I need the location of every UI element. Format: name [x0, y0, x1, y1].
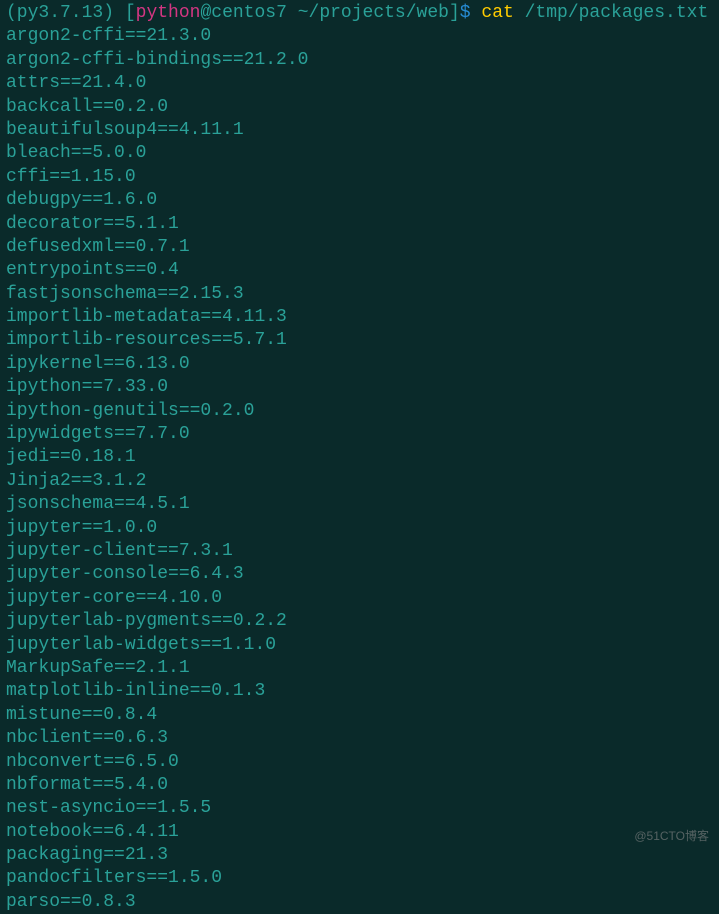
terminal-output: argon2-cffi==21.3.0argon2-cffi-bindings=… [6, 25, 713, 914]
output-line: jupyter-client==7.3.1 [6, 540, 713, 563]
terminal-prompt-line[interactable]: (py3.7.13) [python@centos7 ~/projects/we… [6, 2, 713, 25]
output-line: notebook==6.4.11 [6, 821, 713, 844]
output-line: ipython==7.33.0 [6, 376, 713, 399]
prompt-host: centos7 [211, 3, 287, 23]
output-line: importlib-resources==5.7.1 [6, 329, 713, 352]
output-line: Jinja2==3.1.2 [6, 470, 713, 493]
output-line: decorator==5.1.1 [6, 213, 713, 236]
output-line: nest-asyncio==1.5.5 [6, 797, 713, 820]
venv-indicator: (py3.7.13) [6, 3, 114, 23]
command-name: cat [481, 3, 513, 23]
output-line: argon2-cffi==21.3.0 [6, 25, 713, 48]
output-line: cffi==1.15.0 [6, 166, 713, 189]
output-line: argon2-cffi-bindings==21.2.0 [6, 49, 713, 72]
output-line: ipywidgets==7.7.0 [6, 423, 713, 446]
output-line: MarkupSafe==2.1.1 [6, 657, 713, 680]
output-line: ipykernel==6.13.0 [6, 353, 713, 376]
output-line: entrypoints==0.4 [6, 259, 713, 282]
output-line: matplotlib-inline==0.1.3 [6, 680, 713, 703]
watermark-text: @51CTO博客 [634, 829, 709, 845]
output-line: attrs==21.4.0 [6, 72, 713, 95]
output-line: fastjsonschema==2.15.3 [6, 283, 713, 306]
output-line: jsonschema==4.5.1 [6, 493, 713, 516]
output-line: beautifulsoup4==4.11.1 [6, 119, 713, 142]
prompt-user: python [136, 3, 201, 23]
command-arg: /tmp/packages.txt [525, 3, 709, 23]
output-line: bleach==5.0.0 [6, 142, 713, 165]
bracket-close: ] [449, 3, 460, 23]
bracket-open: [ [125, 3, 136, 23]
output-line: ipython-genutils==0.2.0 [6, 400, 713, 423]
output-line: nbclient==0.6.3 [6, 727, 713, 750]
output-line: importlib-metadata==4.11.3 [6, 306, 713, 329]
output-line: defusedxml==0.7.1 [6, 236, 713, 259]
output-line: packaging==21.3 [6, 844, 713, 867]
prompt-dollar: $ [460, 3, 471, 23]
output-line: nbformat==5.4.0 [6, 774, 713, 797]
output-line: jupyter-console==6.4.3 [6, 563, 713, 586]
prompt-path: ~/projects/web [298, 3, 449, 23]
output-line: nbconvert==6.5.0 [6, 751, 713, 774]
output-line: jupyter==1.0.0 [6, 517, 713, 540]
output-line: debugpy==1.6.0 [6, 189, 713, 212]
output-line: jedi==0.18.1 [6, 446, 713, 469]
output-line: backcall==0.2.0 [6, 96, 713, 119]
output-line: pandocfilters==1.5.0 [6, 867, 713, 890]
output-line: jupyter-core==4.10.0 [6, 587, 713, 610]
output-line: jupyterlab-widgets==1.1.0 [6, 634, 713, 657]
output-line: mistune==0.8.4 [6, 704, 713, 727]
prompt-at: @ [200, 3, 211, 23]
output-line: parso==0.8.3 [6, 891, 713, 914]
output-line: jupyterlab-pygments==0.2.2 [6, 610, 713, 633]
